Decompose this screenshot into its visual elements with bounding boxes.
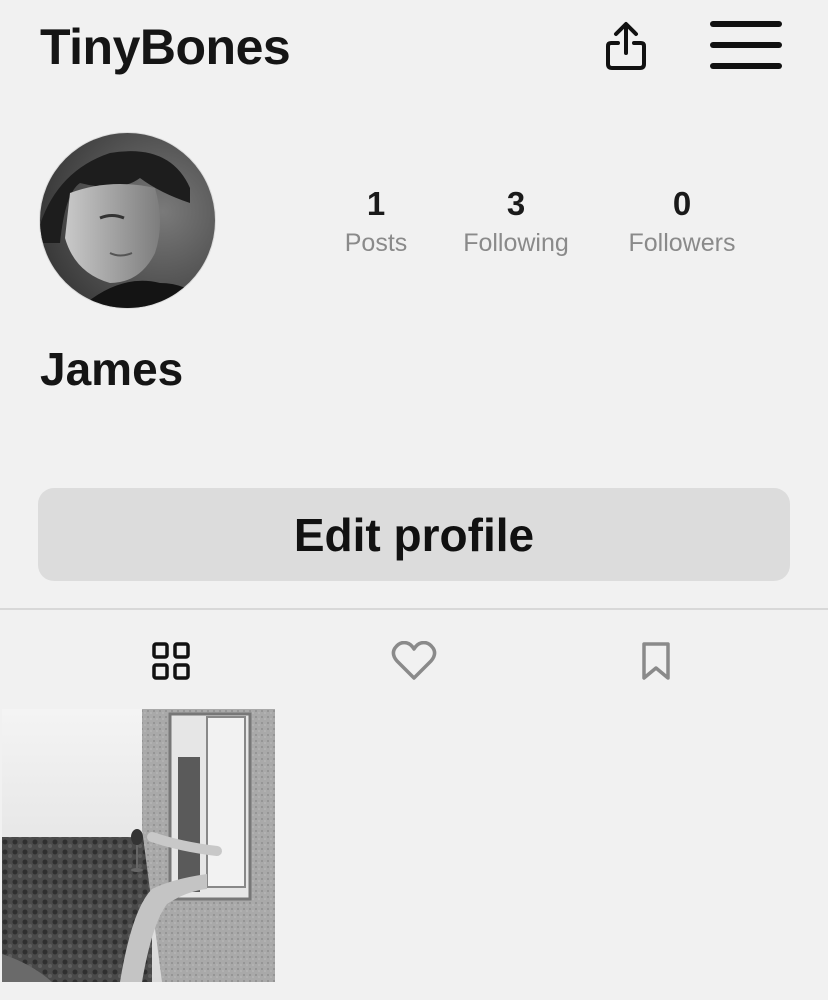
tab-saved[interactable] <box>628 636 684 686</box>
divider <box>0 608 828 610</box>
menu-button[interactable] <box>706 14 786 76</box>
hamburger-menu-icon <box>710 21 782 27</box>
profile-tabs <box>0 620 828 700</box>
hamburger-line <box>710 42 782 48</box>
followers-count: 0 <box>672 185 692 222</box>
grid-icon <box>152 642 190 680</box>
post-thumbnail[interactable] <box>2 709 275 982</box>
following-count: 3 <box>506 185 526 222</box>
share-icon <box>606 22 646 70</box>
tab-posts-grid[interactable] <box>143 636 199 686</box>
bookmark-icon <box>642 642 670 680</box>
post-photo <box>2 709 275 982</box>
tab-liked[interactable] <box>386 636 442 686</box>
profile-stats: 1 Posts 3 Following 0 Followers <box>0 184 828 274</box>
profile-screen: TinyBones 1 Posts 3 Following 0 Follower… <box>0 0 828 1000</box>
profile-name: James <box>40 343 184 395</box>
hamburger-line <box>710 63 782 69</box>
share-button[interactable] <box>598 18 654 74</box>
posts-count: 1 <box>366 185 386 222</box>
following-stat[interactable]: 3 Following <box>446 184 586 262</box>
posts-label: Posts <box>344 229 408 257</box>
followers-stat[interactable]: 0 Followers <box>612 184 752 262</box>
followers-label: Followers <box>628 229 736 257</box>
header: TinyBones <box>0 0 828 100</box>
heart-icon <box>391 641 437 680</box>
edit-profile-button[interactable]: Edit profile <box>38 488 790 581</box>
app-title: TinyBones <box>40 19 291 75</box>
posts-stat[interactable]: 1 Posts <box>326 184 426 262</box>
following-label: Following <box>463 229 569 257</box>
